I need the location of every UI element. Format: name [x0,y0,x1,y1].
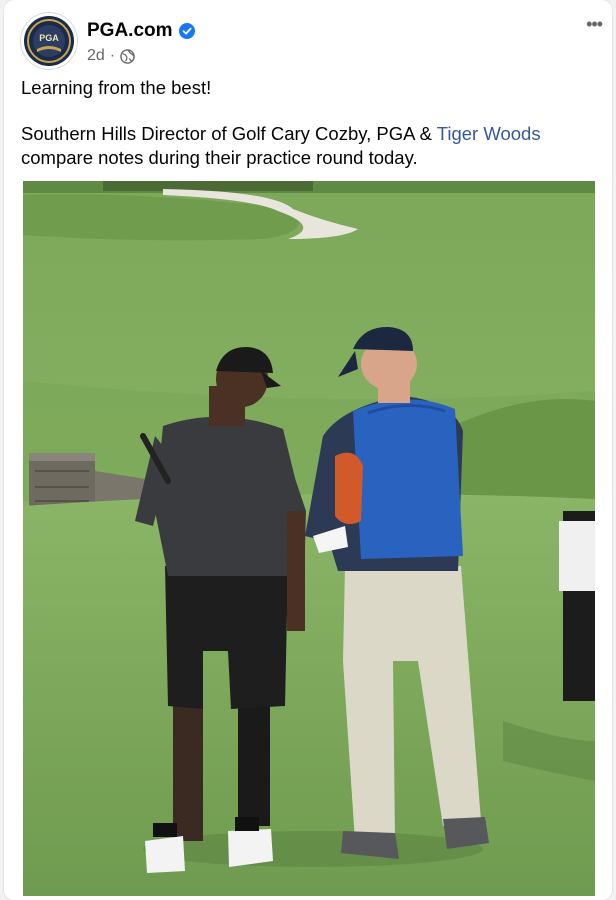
meta-separator: · [109,47,116,64]
post-card: PGA PGA.com 2d · ••• Learning from the b… [4,0,612,900]
post-text-line2: Southern Hills Director of Golf Cary Coz… [21,123,437,144]
post-photo[interactable] [23,181,595,896]
more-options-icon[interactable]: ••• [586,14,603,35]
post-text-body: Southern Hills Director of Golf Cary Coz… [21,122,601,170]
globe-icon[interactable] [120,48,135,64]
author-name[interactable]: PGA.com [87,20,173,42]
verified-badge-icon [178,23,195,39]
avatar[interactable]: PGA [21,13,77,69]
avatar-logo-text: PGA [39,33,59,43]
post-author[interactable]: PGA.com [87,20,195,42]
pga-logo-icon: PGA [24,16,74,66]
golf-course-photo [23,181,595,896]
post-timestamp[interactable]: 2d [87,47,105,65]
post-meta: 2d · [87,47,135,65]
post-text: Learning from the best! Southern Hills D… [21,76,601,170]
tiger-woods-link[interactable]: Tiger Woods [437,123,541,144]
post-text-line1: Learning from the best! [21,77,212,98]
post-text-line3: compare notes during their practice roun… [21,147,418,168]
